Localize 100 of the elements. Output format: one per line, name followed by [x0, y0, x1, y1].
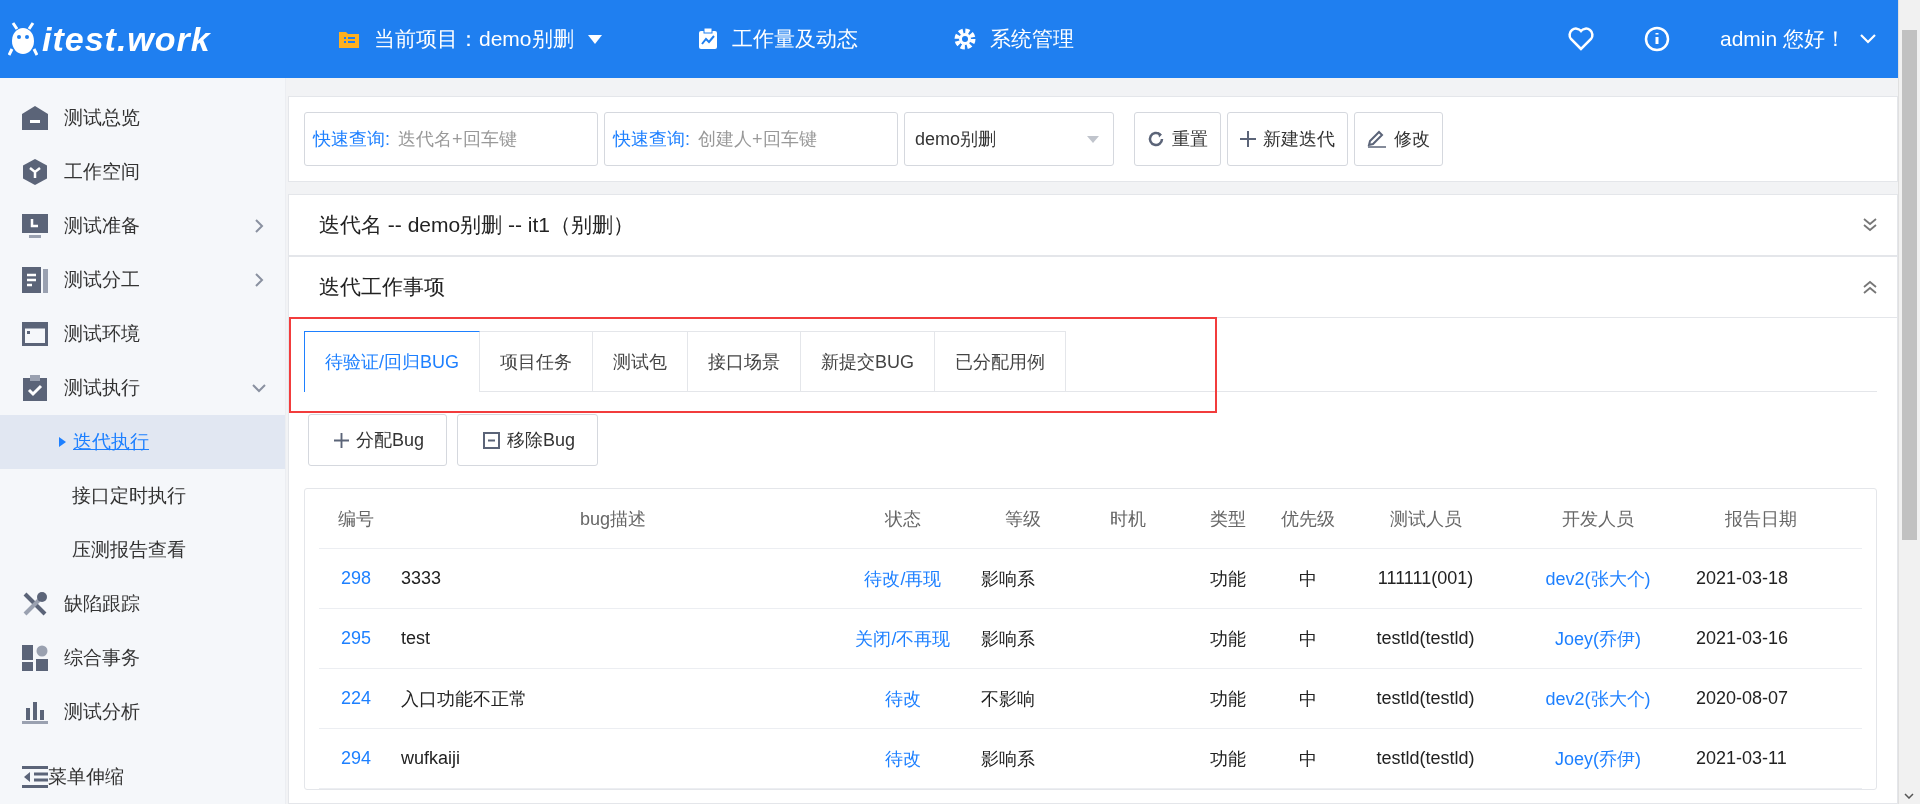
sidebar-subitem[interactable]: 压测报告查看: [0, 523, 285, 577]
table-cell: 2020-08-07: [1696, 688, 1789, 708]
collapse-menu-item[interactable]: 菜单伸缩: [0, 750, 285, 804]
scroll-down-icon[interactable]: [1904, 793, 1914, 799]
hexagon-icon: [23, 159, 47, 185]
panel-title: 迭代工作事项: [319, 274, 445, 300]
table-link[interactable]: 298: [340, 568, 371, 588]
table-cell: 影响系: [981, 748, 1035, 769]
tools-icon: [22, 591, 48, 617]
table-cell: 功能: [1210, 688, 1246, 709]
search-field[interactable]: 快速查询: 迭代名+回车键: [304, 112, 598, 166]
folder-list-icon: [338, 29, 360, 49]
document-icon: [22, 267, 48, 293]
column-header: 等级: [1004, 507, 1042, 531]
nav-menu-item[interactable]: 工作量及动态: [697, 25, 858, 53]
table-link[interactable]: dev2(张大个): [1545, 568, 1651, 589]
plus-icon: [334, 432, 349, 448]
sidebar-item[interactable]: 测试环境: [0, 307, 285, 361]
table-cell: testld(testld): [1376, 628, 1475, 648]
caret-down-icon: [1087, 135, 1099, 143]
toolbar-button[interactable]: 新建迭代: [1227, 112, 1348, 166]
scrollbar-thumb[interactable]: [1902, 30, 1917, 540]
pencil-icon: [1367, 130, 1387, 148]
table-link[interactable]: 294: [340, 748, 371, 768]
collapsible-panel-header[interactable]: 迭代名 -- demo别删 -- it1（别删）: [288, 194, 1898, 256]
tab[interactable]: 新提交BUG: [801, 331, 936, 391]
column-header: bug描述: [578, 507, 647, 531]
table-cell: 中: [1299, 568, 1317, 589]
nav-menu-item[interactable]: 系统管理: [953, 25, 1074, 53]
action-button[interactable]: 移除Bug: [457, 414, 599, 466]
column-header: 状态: [884, 507, 922, 531]
sidebar-item[interactable]: 测试总览: [0, 91, 285, 145]
table-cell: 中: [1299, 748, 1317, 769]
table-cell: 功能: [1210, 748, 1246, 769]
sidebar-item[interactable]: 测试分析: [0, 685, 285, 739]
sidebar-item[interactable]: 缺陷跟踪: [0, 577, 285, 631]
table-cell: 中: [1299, 628, 1317, 649]
table-cell: 中: [1299, 688, 1317, 709]
sidebar-subitem[interactable]: 接口定时执行: [0, 469, 285, 523]
column-header: 编号: [337, 507, 375, 531]
tab[interactable]: 待验证/回归BUG: [304, 331, 480, 392]
column-header: 测试人员: [1388, 507, 1463, 531]
user-menu[interactable]: admin 您好！: [1719, 25, 1876, 53]
logo-text[interactable]: itest.work: [42, 19, 211, 59]
table-cell: 不影响: [981, 688, 1035, 709]
outdent-icon: [22, 766, 48, 788]
table-cell: 3333: [401, 568, 442, 588]
table-link[interactable]: 224: [340, 688, 371, 708]
table-cell: 2021-03-16: [1696, 628, 1789, 648]
column-header: 优先级: [1280, 507, 1336, 531]
field-label: 快速查询:: [313, 128, 390, 151]
double-chevron-up-icon[interactable]: [1863, 280, 1877, 294]
tab[interactable]: 项目任务: [480, 331, 593, 391]
sidebar-item[interactable]: 测试准备: [0, 199, 285, 253]
scrollbar[interactable]: [1898, 0, 1920, 804]
tab[interactable]: 已分配用例: [935, 331, 1067, 391]
table-link[interactable]: 待改: [885, 688, 921, 709]
refresh-icon: [1147, 130, 1165, 148]
panel-title: 迭代名 -- demo别删 -- it1（别删）: [319, 212, 635, 238]
table-link[interactable]: 待改: [885, 748, 921, 769]
table-cell: testld(testld): [1376, 688, 1475, 708]
field-label: 快速查询:: [613, 128, 690, 151]
project-menu[interactable]: 当前项目：demo别删: [338, 25, 602, 53]
home-icon: [22, 106, 48, 130]
clipboard-check-icon: [23, 375, 47, 401]
plus-icon: [1240, 131, 1256, 147]
sidebar-item[interactable]: 测试分工: [0, 253, 285, 307]
double-chevron-down-icon[interactable]: [1863, 218, 1877, 232]
table-link[interactable]: 待改/再现: [864, 568, 942, 589]
column-header: 类型: [1209, 507, 1247, 531]
search-input[interactable]: 创建人+回车键: [696, 127, 850, 151]
table-link[interactable]: 295: [340, 628, 371, 648]
sidebar-item[interactable]: 综合事务: [0, 631, 285, 685]
table-link[interactable]: Joey(乔伊): [1555, 748, 1641, 769]
chevron-down-icon: [1860, 34, 1876, 44]
tab[interactable]: 测试包: [593, 331, 688, 391]
clipboard-chart-icon: [697, 28, 718, 50]
collapsible-panel-header[interactable]: 迭代工作事项: [288, 256, 1898, 317]
table-link[interactable]: Joey(乔伊): [1555, 628, 1641, 649]
table-link[interactable]: dev2(张大个): [1545, 688, 1651, 709]
column-header: 报告日期: [1723, 507, 1798, 531]
monitor-icon: [22, 214, 48, 238]
sidebar-item[interactable]: 测试执行: [0, 361, 285, 415]
project-select[interactable]: demo别删: [904, 112, 1114, 166]
toolbar-button[interactable]: 修改: [1354, 112, 1443, 166]
bar-chart-icon: [22, 700, 48, 724]
dashboard-grid-icon: [22, 645, 48, 671]
action-button[interactable]: 分配Bug: [308, 414, 448, 466]
tab[interactable]: 接口场景: [688, 331, 801, 391]
info-icon[interactable]: [1643, 26, 1670, 52]
sidebar-item[interactable]: 工作空间: [0, 145, 285, 199]
caret-right-icon: [59, 437, 66, 447]
toolbar-button[interactable]: 重置: [1134, 112, 1221, 166]
heart-icon[interactable]: [1567, 27, 1594, 51]
settings-icon: [953, 28, 976, 50]
search-input[interactable]: 迭代名+回车键: [396, 127, 550, 151]
table-link[interactable]: 关闭/不再现: [855, 628, 951, 649]
table-cell: testld(testld): [1376, 748, 1475, 768]
table-cell: 功能: [1210, 628, 1246, 649]
search-field[interactable]: 快速查询: 创建人+回车键: [604, 112, 898, 166]
